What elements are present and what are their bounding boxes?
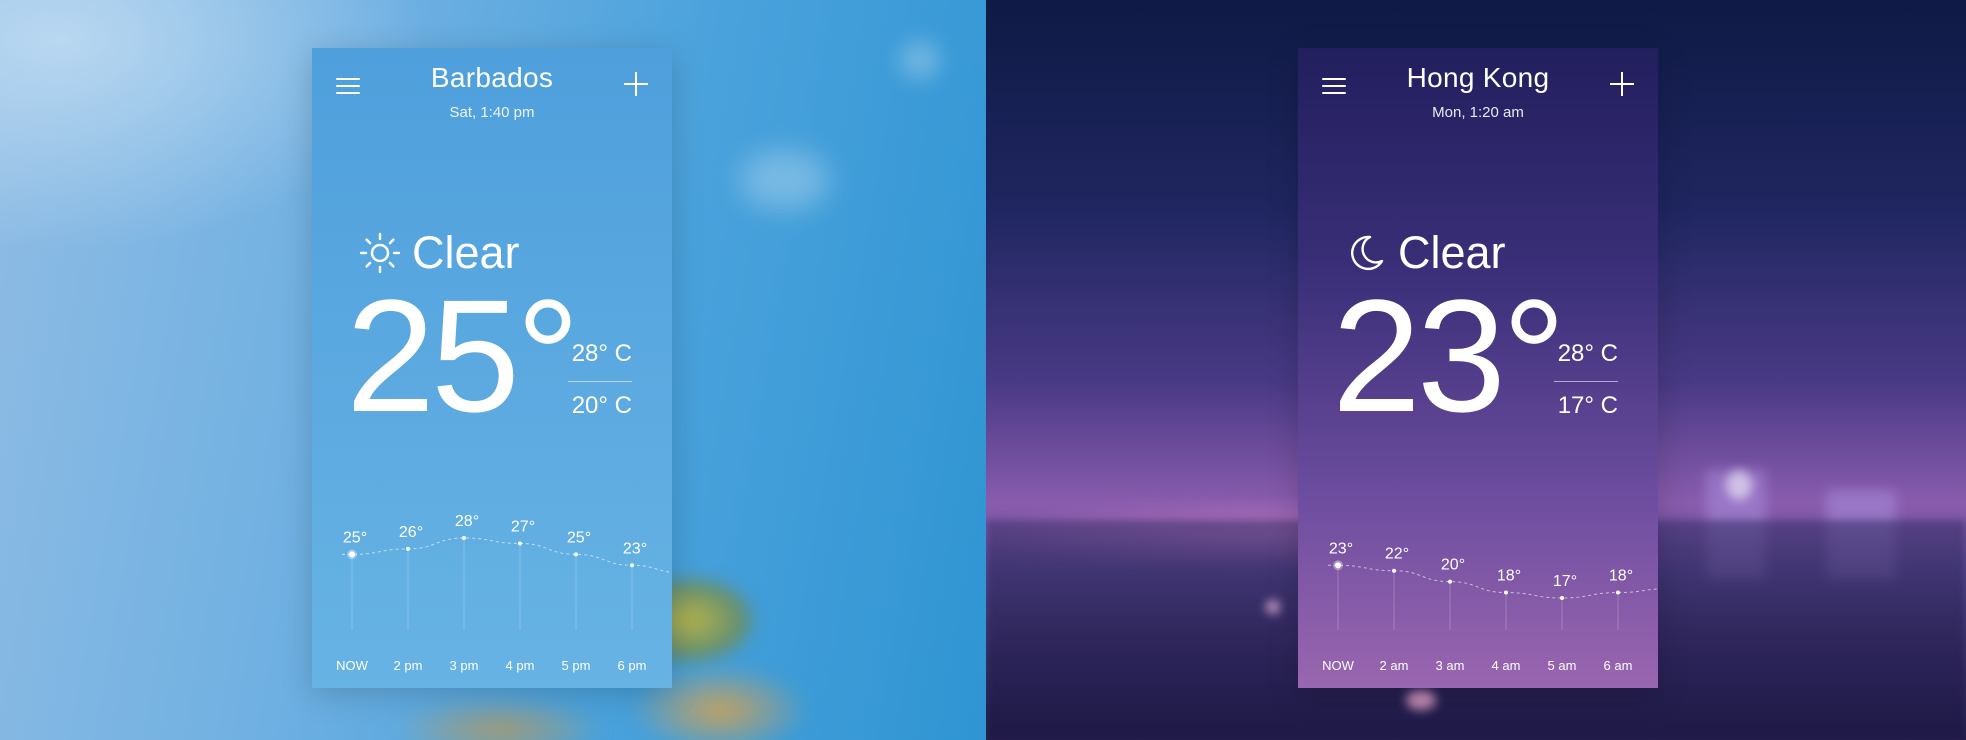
divider bbox=[1554, 381, 1618, 382]
forecast-point bbox=[349, 551, 355, 558]
low-temperature: 20° C bbox=[571, 392, 632, 419]
forecast-point bbox=[406, 546, 410, 551]
current-temperature: 23° bbox=[1332, 266, 1566, 445]
forecast-time-label: 2 am bbox=[1380, 658, 1409, 673]
forecast-temp-label: 18° bbox=[1609, 568, 1633, 585]
high-temperature: 28° C bbox=[1557, 340, 1618, 367]
forecast-time-label: 4 am bbox=[1492, 658, 1521, 673]
hourly-forecast-chart: 23° NOW 22° 2 am 20° 3 am 18° 4 am 17° 5 am 18° 6 a… bbox=[1322, 540, 1658, 673]
forecast-temp-label: 18° bbox=[1497, 568, 1521, 585]
background-light bbox=[1406, 690, 1436, 710]
forecast-time-label: NOW bbox=[336, 658, 369, 673]
forecast-point bbox=[518, 541, 522, 546]
forecast-temp-label: 23° bbox=[623, 540, 647, 557]
background-light bbox=[1726, 470, 1752, 500]
background-cloud bbox=[900, 40, 940, 80]
forecast-point bbox=[574, 552, 578, 557]
forecast-point bbox=[462, 536, 466, 540]
add-icon[interactable] bbox=[1610, 72, 1634, 96]
date-time: Sat, 1:40 pm bbox=[449, 104, 535, 121]
forecast-time-label: 5 am bbox=[1548, 658, 1577, 673]
forecast-temp-label: 23° bbox=[1329, 540, 1353, 557]
forecast-temp-label: 28° bbox=[455, 513, 479, 530]
forecast-point bbox=[1335, 562, 1341, 569]
forecast-time-label: 3 am bbox=[1436, 658, 1465, 673]
forecast-temp-label: 26° bbox=[399, 524, 423, 541]
hourly-forecast-chart: 25° NOW 26° 2 pm 28° 3 pm 27° 4 pm 25° 5 pm 23° 6 p… bbox=[336, 513, 672, 673]
forecast-time-label: 6 pm bbox=[618, 658, 647, 673]
add-icon[interactable] bbox=[624, 72, 648, 96]
background-light bbox=[1266, 600, 1280, 614]
weather-card-barbados: Barbados Sat, 1:40 pm Clear 25° 28° C 20… bbox=[312, 48, 672, 688]
forecast-point bbox=[1392, 568, 1396, 573]
forecast-point bbox=[630, 563, 634, 568]
weather-card-hongkong: Hong Kong Mon, 1:20 am Clear 23° 28° C 1… bbox=[1298, 48, 1658, 688]
menu-icon[interactable] bbox=[336, 76, 360, 96]
forecast-temp-label: 20° bbox=[1441, 557, 1465, 574]
forecast-temp-label: 17° bbox=[1553, 573, 1577, 590]
forecast-temp-label: 25° bbox=[343, 529, 367, 546]
forecast-time-label: 5 pm bbox=[562, 658, 591, 673]
forecast-time-label: 4 pm bbox=[506, 658, 535, 673]
forecast-point bbox=[1560, 596, 1564, 600]
low-temperature: 17° C bbox=[1557, 392, 1618, 419]
background-cloud bbox=[740, 150, 830, 210]
menu-icon[interactable] bbox=[1322, 76, 1346, 96]
city-name: Barbados bbox=[430, 62, 554, 93]
city-name: Hong Kong bbox=[1406, 62, 1550, 93]
forecast-time-label: 2 pm bbox=[394, 658, 423, 673]
forecast-time-label: 3 pm bbox=[450, 658, 479, 673]
forecast-time-label: NOW bbox=[1322, 658, 1355, 673]
date-time: Mon, 1:20 am bbox=[1432, 104, 1524, 121]
high-temperature: 28° C bbox=[571, 340, 632, 367]
forecast-point bbox=[1504, 590, 1508, 595]
divider bbox=[568, 381, 632, 382]
forecast-temp-label: 25° bbox=[567, 529, 591, 546]
forecast-point bbox=[1616, 590, 1620, 595]
forecast-point bbox=[1448, 579, 1452, 584]
current-temperature: 25° bbox=[346, 266, 580, 445]
forecast-temp-label: 27° bbox=[511, 518, 535, 535]
forecast-time-label: 6 am bbox=[1604, 658, 1633, 673]
forecast-temp-label: 22° bbox=[1385, 546, 1409, 563]
